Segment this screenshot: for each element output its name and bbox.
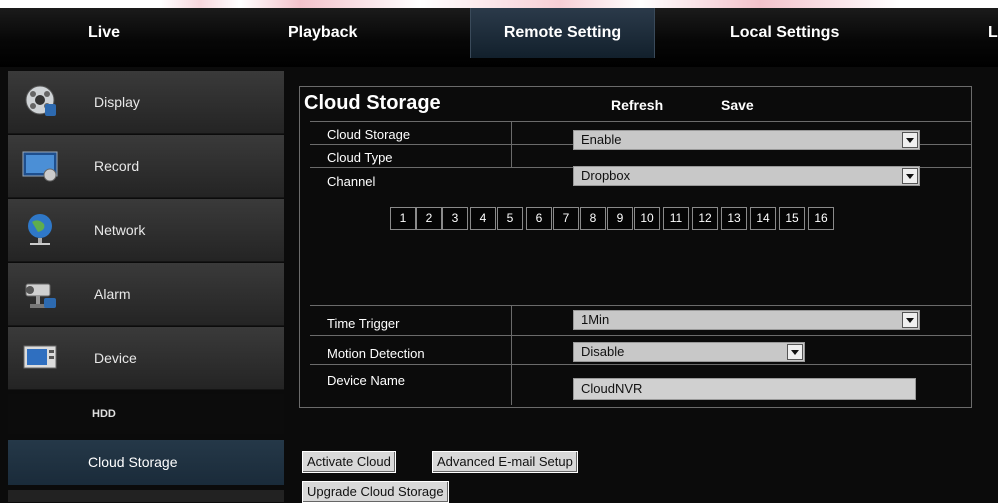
channel-button-2[interactable]: 2 (416, 207, 442, 230)
sidebar-item-display[interactable]: Display (8, 71, 284, 134)
motion-detection-select[interactable]: Disable (573, 342, 805, 362)
cloud-storage-select[interactable]: Enable (573, 130, 920, 150)
channel-button-16[interactable]: 16 (808, 207, 834, 230)
advanced-email-setup-button[interactable]: Advanced E-mail Setup (432, 451, 578, 473)
chevron-down-icon (902, 168, 918, 184)
channel-button-12[interactable]: 12 (692, 207, 718, 230)
tab-remote-setting[interactable]: Remote Setting (470, 8, 655, 58)
channel-button-11[interactable]: 11 (663, 207, 689, 230)
sidebar-subitem-cloud-storage[interactable]: Cloud Storage (8, 440, 284, 485)
channel-label: Channel (327, 174, 376, 189)
display-icon (25, 85, 56, 116)
watermark-band (0, 0, 998, 8)
channel-button-9[interactable]: 9 (607, 207, 633, 230)
sidebar-subitem-hdd[interactable]: HDD (8, 394, 284, 434)
top-nav-bar: Live Playback Remote Setting Local Setti… (0, 0, 998, 67)
channel-button-4[interactable]: 4 (470, 207, 496, 230)
device-icon (23, 345, 57, 369)
sidebar-item-alarm[interactable]: Alarm (8, 263, 284, 326)
page-title: Cloud Storage (304, 92, 441, 114)
network-icon (28, 214, 52, 245)
channel-button-5[interactable]: 5 (497, 207, 523, 230)
sidebar-item-record[interactable]: Record (8, 135, 284, 198)
motion-detection-value: Disable (581, 344, 625, 359)
tab-local-settings[interactable]: Local Settings (730, 8, 839, 58)
channel-button-8[interactable]: 8 (580, 207, 606, 230)
device-name-value: CloudNVR (581, 381, 643, 396)
channel-button-1[interactable]: 1 (390, 207, 416, 230)
channel-button-3[interactable]: 3 (442, 207, 468, 230)
sidebar: Display Record Network Alarm Device HDD … (8, 69, 284, 502)
channel-button-15[interactable]: 15 (779, 207, 805, 230)
chevron-down-icon (787, 344, 803, 360)
alarm-icon (25, 283, 56, 308)
time-trigger-select[interactable]: 1Min (573, 310, 920, 330)
tab-truncated[interactable]: L (988, 8, 998, 58)
refresh-button[interactable]: Refresh (611, 97, 663, 113)
device-name-field[interactable]: CloudNVR (573, 378, 916, 400)
activate-cloud-button[interactable]: Activate Cloud (302, 451, 396, 473)
sidebar-item-partial[interactable] (8, 490, 284, 502)
sidebar-item-label: Alarm (94, 286, 131, 302)
sidebar-subitem-label: Cloud Storage (88, 454, 178, 470)
channel-button-10[interactable]: 10 (634, 207, 660, 230)
cloud-type-select[interactable]: Dropbox (573, 166, 920, 186)
panel-header: Cloud Storage Refresh Save (300, 87, 971, 121)
channel-button-14[interactable]: 14 (750, 207, 776, 230)
cloud-storage-value: Enable (581, 132, 622, 147)
device-name-label: Device Name (327, 373, 406, 388)
sidebar-item-device[interactable]: Device (8, 327, 284, 390)
time-trigger-value: 1Min (581, 312, 610, 327)
record-icon (22, 151, 58, 182)
upgrade-cloud-storage-button[interactable]: Upgrade Cloud Storage (302, 481, 449, 503)
save-button[interactable]: Save (721, 97, 754, 113)
channel-button-7[interactable]: 7 (553, 207, 579, 230)
tab-playback[interactable]: Playback (288, 8, 357, 58)
motion-detection-label: Motion Detection (327, 346, 425, 361)
sidebar-item-label: Display (94, 94, 140, 110)
channel-button-13[interactable]: 13 (721, 207, 747, 230)
cloud-type-label: Cloud Type (327, 150, 393, 165)
cloud-storage-label: Cloud Storage (327, 127, 411, 142)
sidebar-item-label: Device (94, 350, 137, 366)
sidebar-item-network[interactable]: Network (8, 199, 284, 262)
chevron-down-icon (902, 312, 918, 328)
channel-button-6[interactable]: 6 (526, 207, 552, 230)
sidebar-subitem-label: HDD (92, 408, 116, 420)
sidebar-item-label: Network (94, 222, 146, 238)
tab-live[interactable]: Live (88, 8, 120, 58)
cloud-type-value: Dropbox (581, 168, 631, 183)
chevron-down-icon (902, 132, 918, 148)
time-trigger-label: Time Trigger (327, 316, 400, 331)
sidebar-item-label: Record (94, 158, 140, 174)
